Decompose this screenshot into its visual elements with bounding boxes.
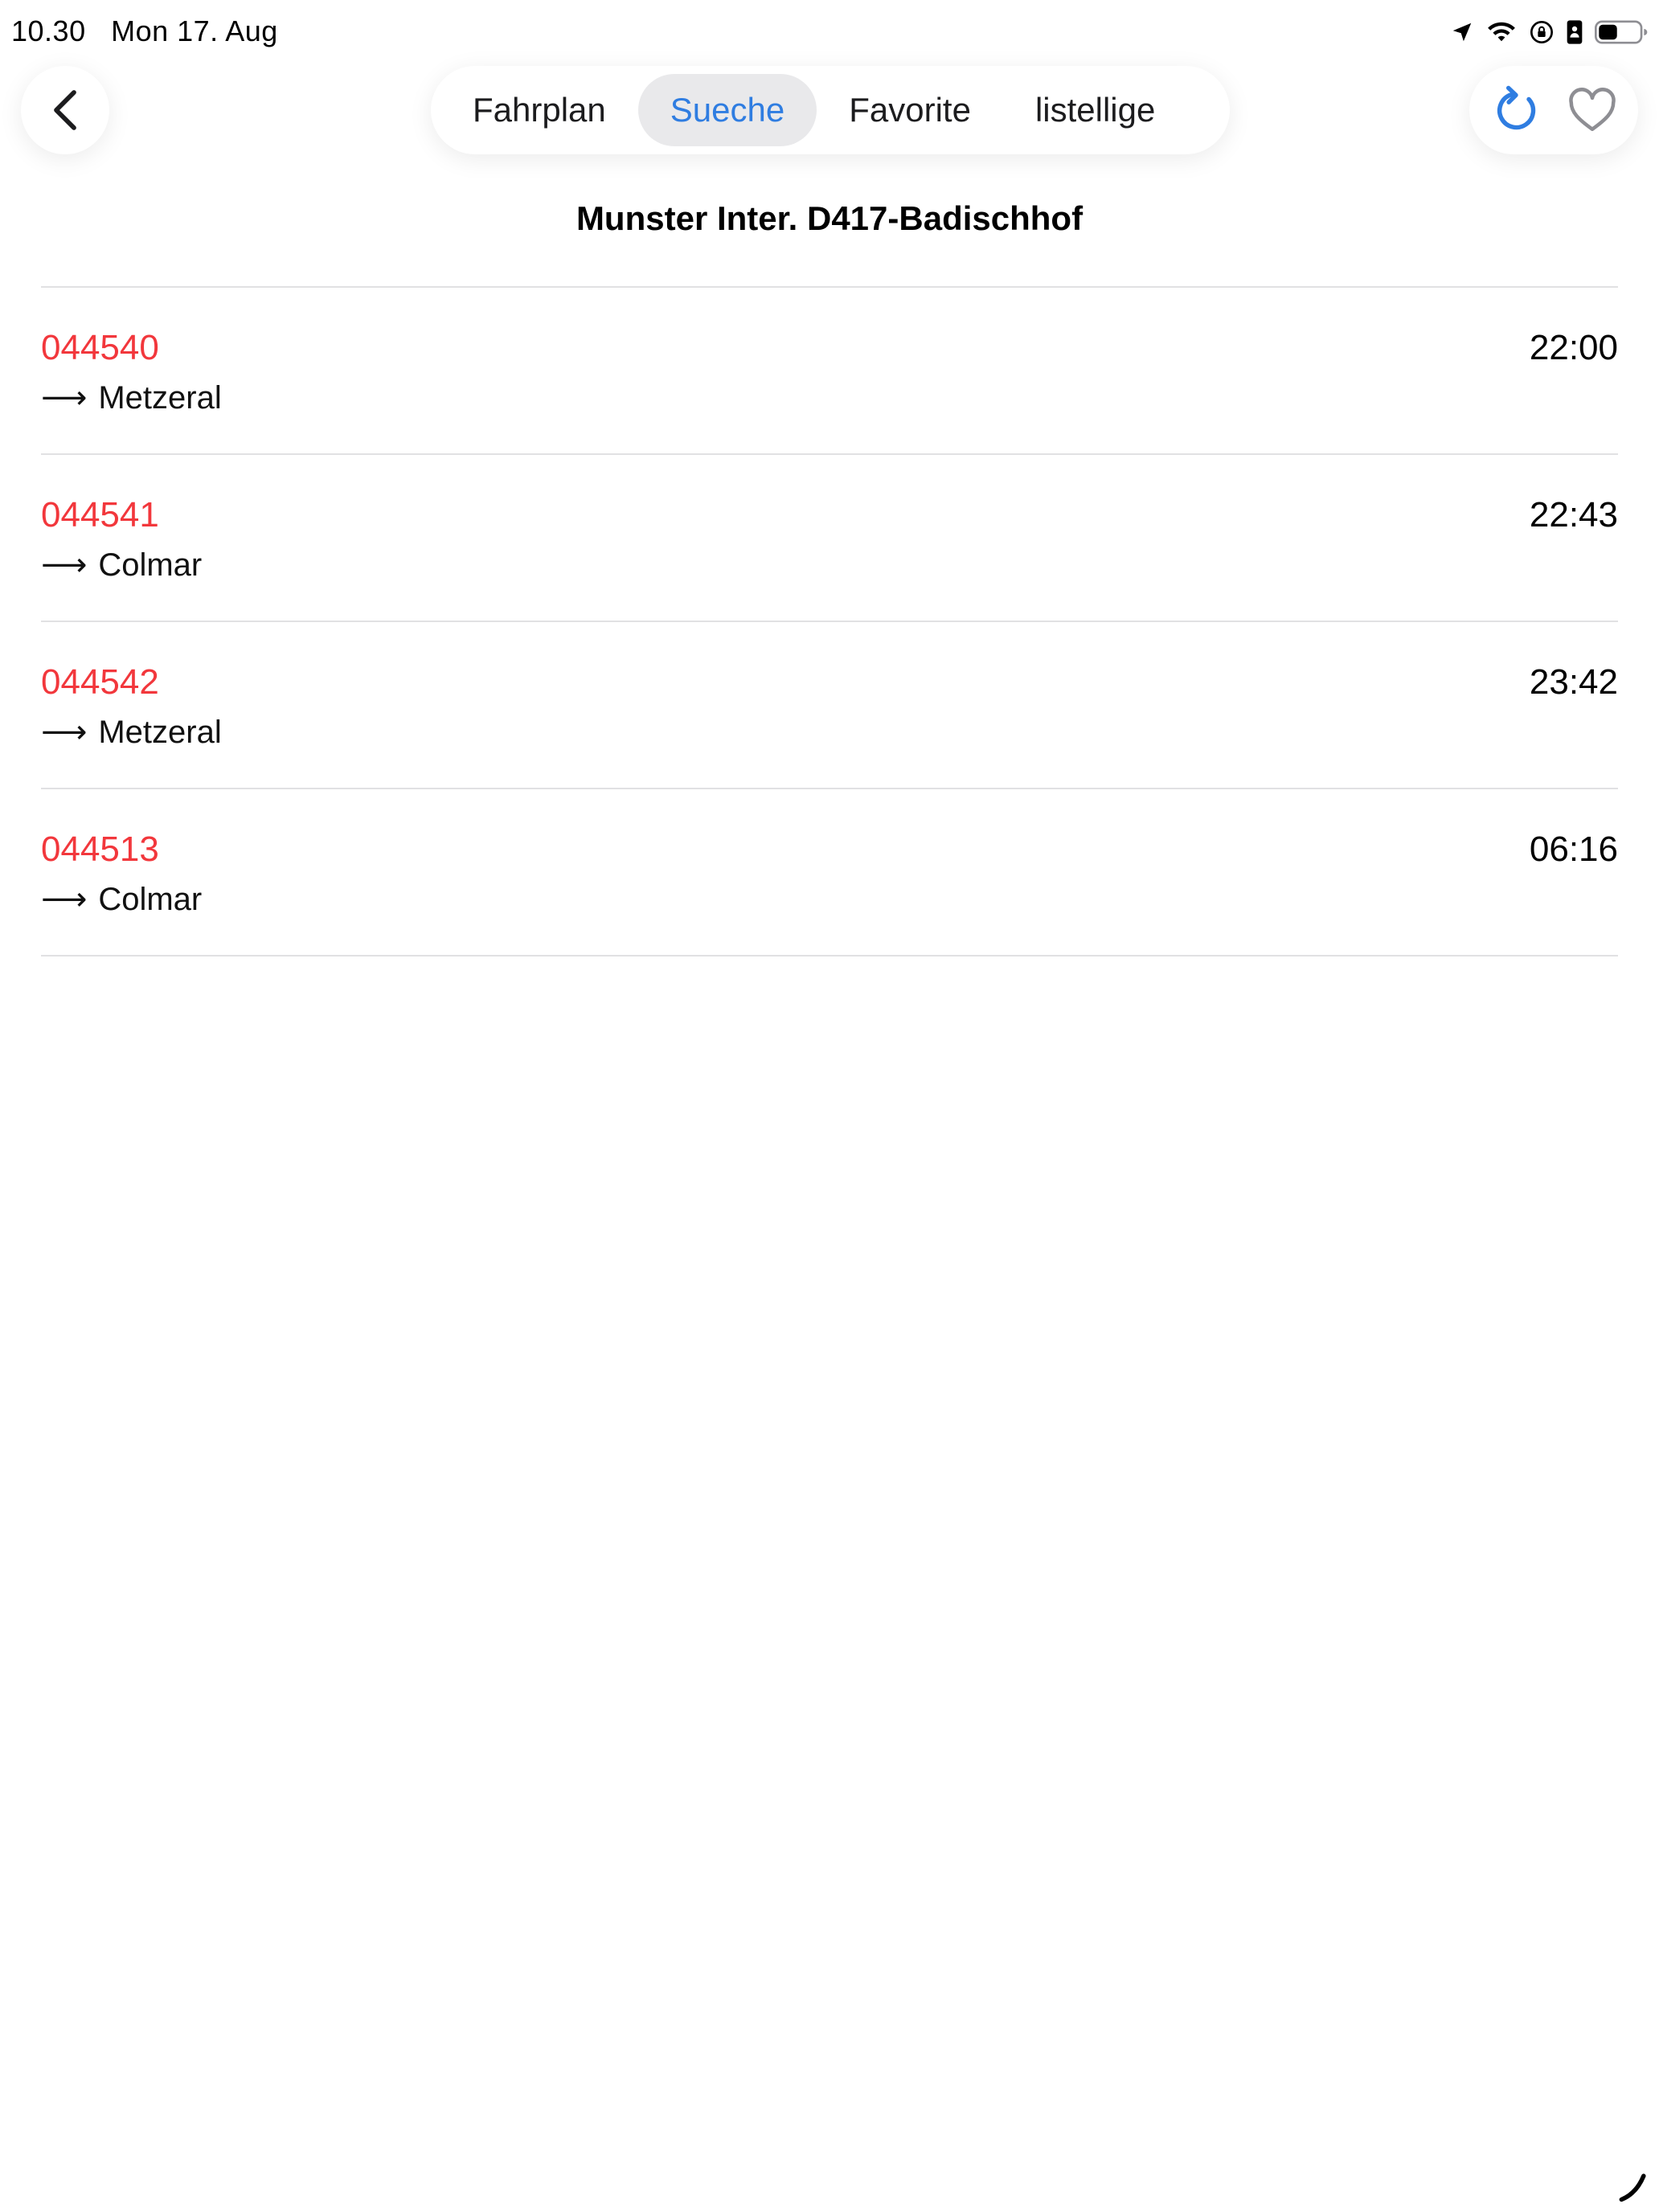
arrow-right-icon: ⟶ bbox=[41, 547, 88, 583]
status-bar: 10.30 Mon 17. Aug bbox=[0, 0, 1659, 64]
destination-label: Metzeral bbox=[98, 379, 222, 416]
status-time: 10.30 bbox=[11, 14, 86, 47]
departure-row[interactable]: 044542 ⟶ Metzeral 23:42 bbox=[41, 622, 1618, 789]
app-screen: 10.30 Mon 17. Aug Fahrplan Sueche Favori… bbox=[0, 0, 1659, 2212]
train-number: 044542 bbox=[41, 662, 159, 702]
battery-icon bbox=[1595, 20, 1648, 44]
location-arrow-icon bbox=[1452, 23, 1472, 42]
destination-label: Metzeral bbox=[98, 714, 222, 750]
status-time-date: 10.30 Mon 17. Aug bbox=[11, 14, 278, 48]
destination: ⟶ Metzeral bbox=[41, 379, 222, 416]
rotation-lock-icon bbox=[1530, 21, 1553, 43]
departure-row[interactable]: 044513 ⟶ Colmar 06:16 bbox=[41, 789, 1618, 956]
train-number: 044541 bbox=[41, 495, 159, 535]
status-icons bbox=[1450, 16, 1648, 48]
header-actions bbox=[1469, 66, 1638, 154]
portrait-lock-icon bbox=[1567, 20, 1583, 44]
train-number: 044513 bbox=[41, 830, 159, 869]
destination: ⟶ Metzeral bbox=[41, 714, 222, 751]
destination-label: Colmar bbox=[98, 547, 203, 583]
tab-fahrplan[interactable]: Fahrplan bbox=[440, 74, 638, 146]
status-date: Mon 17. Aug bbox=[111, 14, 278, 47]
arrow-right-icon: ⟶ bbox=[41, 882, 88, 917]
arrow-right-icon: ⟶ bbox=[41, 715, 88, 750]
scribble-handle-icon bbox=[1619, 2173, 1646, 2202]
departure-time: 22:00 bbox=[1529, 328, 1618, 367]
back-button[interactable] bbox=[21, 66, 109, 154]
tab-sueche[interactable]: Sueche bbox=[637, 74, 817, 146]
train-number: 044540 bbox=[41, 328, 159, 367]
heart-icon[interactable] bbox=[1568, 88, 1616, 133]
chevron-left-icon bbox=[54, 90, 76, 130]
destination: ⟶ Colmar bbox=[41, 547, 202, 584]
wifi-icon bbox=[1488, 22, 1515, 42]
tab-bar: Fahrplan Sueche Favorite listellige bbox=[431, 66, 1230, 154]
departure-row[interactable]: 044541 ⟶ Colmar 22:43 bbox=[41, 455, 1618, 622]
departure-time: 06:16 bbox=[1529, 830, 1618, 869]
refresh-icon[interactable] bbox=[1492, 84, 1540, 136]
tab-favorite[interactable]: Favorite bbox=[817, 74, 1003, 146]
departure-time: 23:42 bbox=[1529, 662, 1618, 702]
departure-time: 22:43 bbox=[1529, 495, 1618, 535]
departure-list: 044540 ⟶ Metzeral 22:00 044541 ⟶ Colmar … bbox=[41, 286, 1618, 956]
destination: ⟶ Colmar bbox=[41, 881, 202, 918]
tab-listellige[interactable]: listellige bbox=[1003, 74, 1187, 146]
destination-label: Colmar bbox=[98, 881, 203, 917]
arrow-right-icon: ⟶ bbox=[41, 380, 88, 416]
departure-row[interactable]: 044540 ⟶ Metzeral 22:00 bbox=[41, 288, 1618, 455]
page-title: Munster Inter. D417-Badischhof bbox=[576, 199, 1083, 237]
